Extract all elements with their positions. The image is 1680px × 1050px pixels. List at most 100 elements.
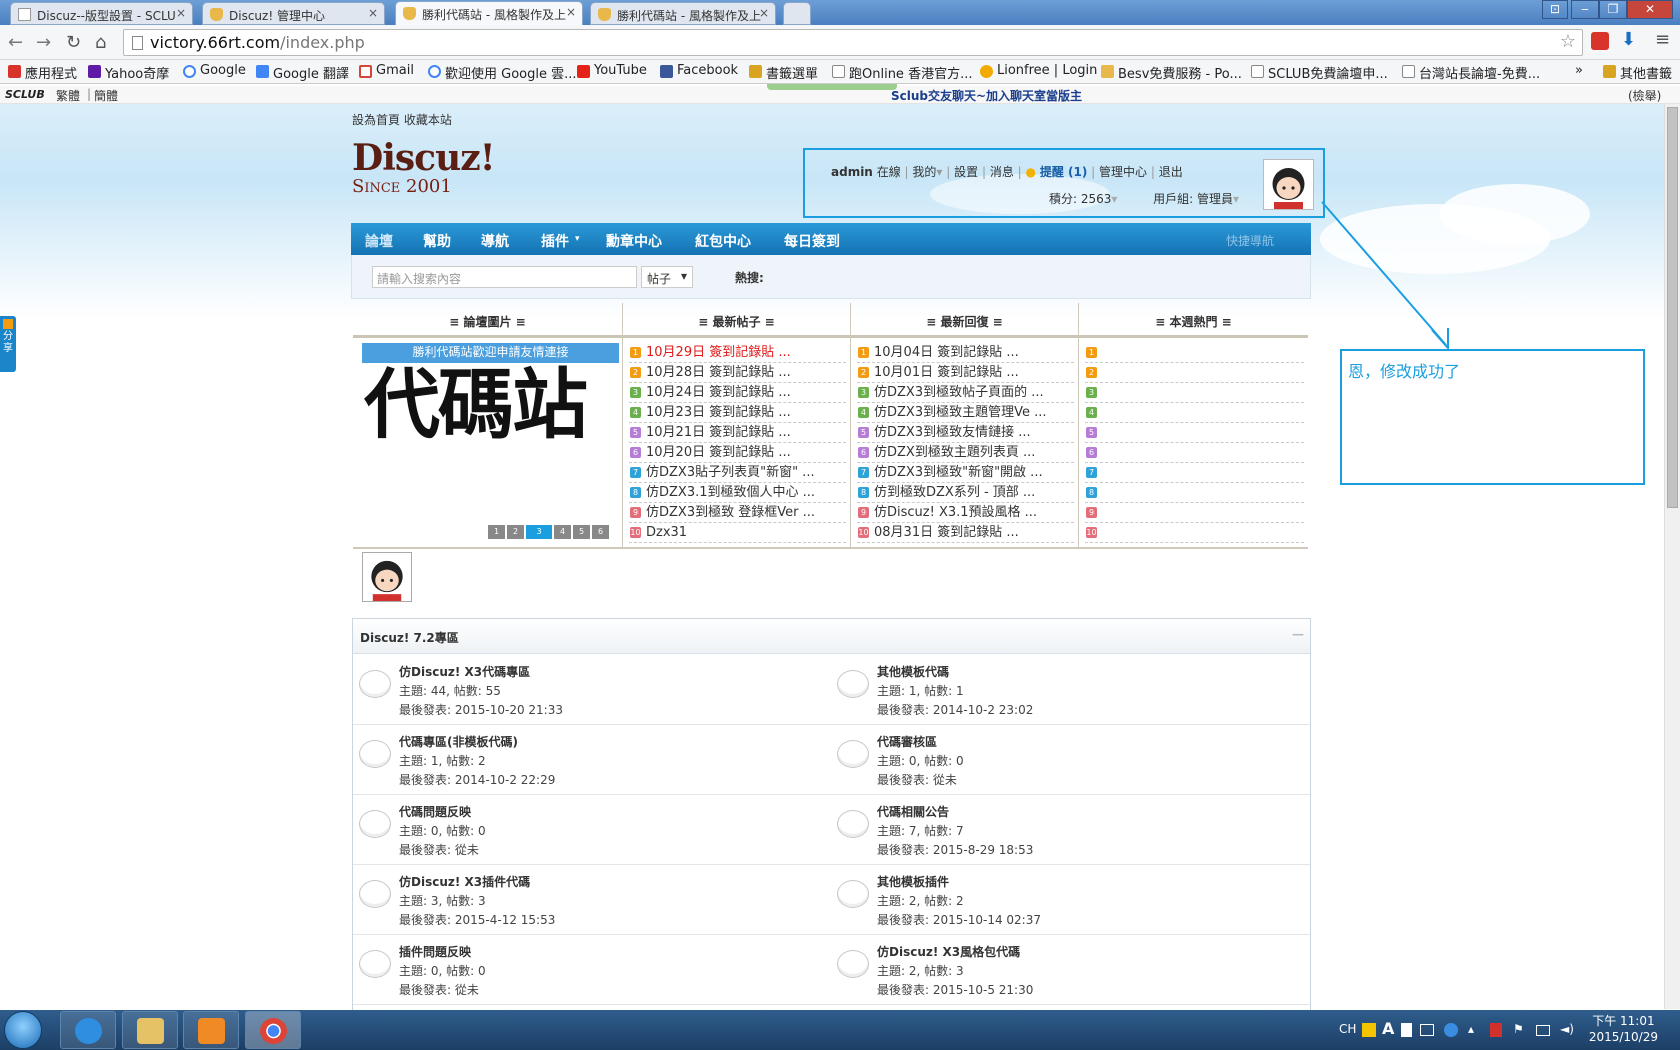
points-link[interactable]: 積分: 2563 (1049, 192, 1111, 206)
search-input[interactable]: 請輸入搜索內容 (372, 266, 637, 288)
board-title[interactable]: 代碼相關公告 (877, 803, 949, 820)
extra-window-button[interactable]: ⊡ (1542, 0, 1568, 19)
tab-0[interactable]: Discuz--版型設置 - SCLU × (10, 2, 193, 25)
bookmark-sclub[interactable]: SCLUB免費論壇申... (1251, 63, 1388, 82)
bookmark-facebook[interactable]: Facebook (660, 63, 738, 78)
username-link[interactable]: admin (831, 165, 873, 179)
section-title[interactable]: Discuz! 7.2專區 (360, 631, 459, 645)
list-item[interactable]: 4 10月23日 簽到記錄貼 ... (629, 403, 846, 423)
bookmark-gmail[interactable]: Gmail (359, 63, 414, 78)
board-title[interactable]: 代碼問題反映 (399, 803, 471, 820)
list-item[interactable]: 5 (1085, 423, 1304, 443)
bookmark-google-cloud[interactable]: 歡迎使用 Google 雲... (428, 63, 577, 82)
board-item[interactable]: 代碼審核區 主題: 0, 帖數: 0 最後發表: 從未 (831, 725, 1301, 795)
list-item[interactable]: 2 10月28日 簽到記錄貼 ... (629, 363, 846, 383)
slide-dot[interactable]: 3 (526, 525, 552, 539)
board-title[interactable]: 代碼專區(非模板代碼) (399, 733, 518, 750)
report-link[interactable]: (檢舉) (1628, 87, 1661, 104)
bookmark-tw-webmaster[interactable]: 台灣站長論壇-免費... (1402, 63, 1540, 82)
tab-3[interactable]: 勝利代碼站 - 風格製作及上 × (590, 2, 776, 25)
list-item[interactable]: 5 仿DZX3到極致友情鏈接 ... (857, 423, 1074, 443)
help-icon[interactable] (1444, 1023, 1458, 1037)
bookmark-online-hk[interactable]: 跑Online 香港官方... (832, 63, 972, 82)
mine-menu[interactable]: 我的 (912, 165, 936, 179)
list-item[interactable]: 6 10月20日 簽到記錄貼 ... (629, 443, 846, 463)
start-button[interactable] (4, 1011, 42, 1049)
list-item[interactable]: 4 仿DZX3到極致主題管理Ve ... (857, 403, 1074, 423)
taskbar-media[interactable] (183, 1011, 239, 1049)
board-title[interactable]: 插件問題反映 (399, 943, 471, 960)
board-item[interactable]: 仿Discuz! X3代碼專區 主題: 44, 帖數: 55 最後發表: 2015-… (353, 655, 823, 725)
usergroup-link[interactable]: 用戶組: 管理員 (1153, 192, 1233, 206)
nav-forum[interactable]: 論壇 (365, 231, 393, 251)
font-icon[interactable]: A (1382, 1019, 1394, 1038)
reload-icon[interactable]: ↻ (66, 32, 81, 53)
list-item[interactable]: 8 仿到極致DZX系列 - 頂部 ... (857, 483, 1074, 503)
nav-medals[interactable]: 勳章中心 (606, 231, 662, 251)
search-type-select[interactable]: 帖子 ▾ (641, 266, 693, 288)
taskbar-explorer[interactable] (122, 1011, 178, 1049)
settings-link[interactable]: 設置 (954, 165, 978, 179)
board-title[interactable]: 其他模板代碼 (877, 663, 949, 680)
star-icon[interactable]: ☆ (1560, 31, 1576, 52)
list-item[interactable]: 9 仿DZX3到極致 登錄框Ver ... (629, 503, 846, 523)
list-item[interactable]: 2 10月01日 簽到記錄貼 ... (857, 363, 1074, 383)
traditional-link[interactable]: 繁體 (56, 87, 80, 104)
bookmark-apps[interactable]: 應用程式 (8, 63, 77, 82)
bookmark-folder[interactable]: 書籤選單 (749, 63, 818, 82)
list-item[interactable]: 6 (1085, 443, 1304, 463)
avatar[interactable] (362, 552, 412, 602)
site-logo[interactable]: Discuz! Since 2001 (352, 140, 496, 198)
board-item[interactable]: 仿Discuz! X3風格包代碼 主題: 2, 帖數: 3 最後發表: 2015-1… (831, 935, 1301, 1005)
list-item[interactable]: 3 (1085, 383, 1304, 403)
restore-button[interactable]: ❐ (1599, 0, 1627, 19)
list-item[interactable]: 8 仿DZX3.1到極致個人中心 ... (629, 483, 846, 503)
board-title[interactable]: 其他模板插件 (877, 873, 949, 890)
taskbar-chrome[interactable] (245, 1011, 301, 1049)
chat-link[interactable]: Sclub交友聊天~加入聊天室當版主 (891, 87, 1082, 104)
other-bookmarks[interactable]: 其他書籤 (1603, 63, 1672, 82)
list-item[interactable]: 1 10月04日 簽到記錄貼 ... (857, 343, 1074, 363)
board-item[interactable]: 代碼專區(非模板代碼) 主題: 1, 帖數: 2 最後發表: 2014-10-2 2… (353, 725, 823, 795)
bookmark-google[interactable]: Google (183, 63, 246, 78)
simplified-link[interactable]: 簡體 (94, 87, 118, 104)
chevron-up-icon[interactable]: ▴ (1468, 1022, 1474, 1036)
bookmark-besv[interactable]: Besv免費服務 - Po... (1101, 63, 1242, 82)
menu-icon[interactable]: ≡ (1655, 29, 1670, 50)
quick-nav[interactable]: 快捷導航 (1226, 232, 1274, 249)
list-item[interactable]: 10 08月31日 簽到記錄貼 ... (857, 523, 1074, 543)
list-item[interactable]: 5 10月21日 簽到記錄貼 ... (629, 423, 846, 443)
new-tab-button[interactable] (783, 2, 811, 25)
list-item[interactable]: 9 (1085, 503, 1304, 523)
doc-icon[interactable] (1401, 1023, 1412, 1037)
avatar[interactable] (1263, 159, 1314, 210)
slide-dot[interactable]: 1 (488, 525, 505, 539)
nav-daily-checkin[interactable]: 每日簽到 (784, 231, 840, 251)
list-item[interactable]: 1 10月29日 簽到記錄貼 ... (629, 343, 846, 363)
board-item[interactable]: 其他模板代碼 主題: 1, 帖數: 1 最後發表: 2014-10-2 23:02 (831, 655, 1301, 725)
flag-icon[interactable]: ⚑ (1513, 1022, 1524, 1036)
list-item[interactable]: 2 (1085, 363, 1304, 383)
ime-mode-icon[interactable] (1362, 1023, 1376, 1037)
board-title[interactable]: 仿Discuz! X3風格包代碼 (877, 943, 1020, 960)
list-item[interactable]: 10 Dzx31 (629, 523, 846, 543)
collapse-icon[interactable]: — (1292, 627, 1304, 641)
vertical-scrollbar[interactable] (1664, 104, 1680, 1009)
messages-link[interactable]: 消息 (990, 165, 1014, 179)
list-item[interactable]: 3 仿DZX3到極致帖子頁面的 ... (857, 383, 1074, 403)
bookmark-google-translate[interactable]: Google 翻譯 (256, 63, 349, 82)
scrollbar-thumb[interactable] (1667, 107, 1678, 508)
list-item[interactable]: 3 10月24日 簽到記錄貼 ... (629, 383, 846, 403)
bookmark-lionfree[interactable]: Lionfree | Login (980, 63, 1097, 78)
online-status[interactable]: 在線 (877, 165, 901, 179)
list-item[interactable]: 6 仿DZX到極致主題列表頁 ... (857, 443, 1074, 463)
nav-red-packet[interactable]: 紅包中心 (695, 231, 751, 251)
slide-dot[interactable]: 6 (592, 525, 609, 539)
slide-dot[interactable]: 2 (507, 525, 524, 539)
image-slideshow[interactable]: 勝利代碼站歡迎申請友情連接 代碼站 (362, 343, 619, 449)
tab-2[interactable]: 勝利代碼站 - 風格製作及上 × (395, 1, 583, 26)
share-tab[interactable]: 分享 (0, 316, 16, 372)
close-icon[interactable]: × (566, 5, 576, 19)
volume-icon[interactable]: ◄) (1560, 1022, 1574, 1036)
close-icon[interactable]: × (176, 6, 186, 20)
